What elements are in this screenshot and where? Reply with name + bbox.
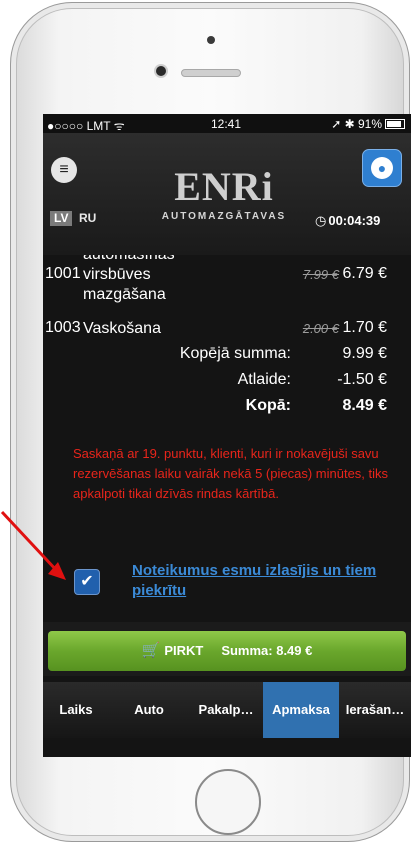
annotation-arrow [0, 510, 66, 580]
